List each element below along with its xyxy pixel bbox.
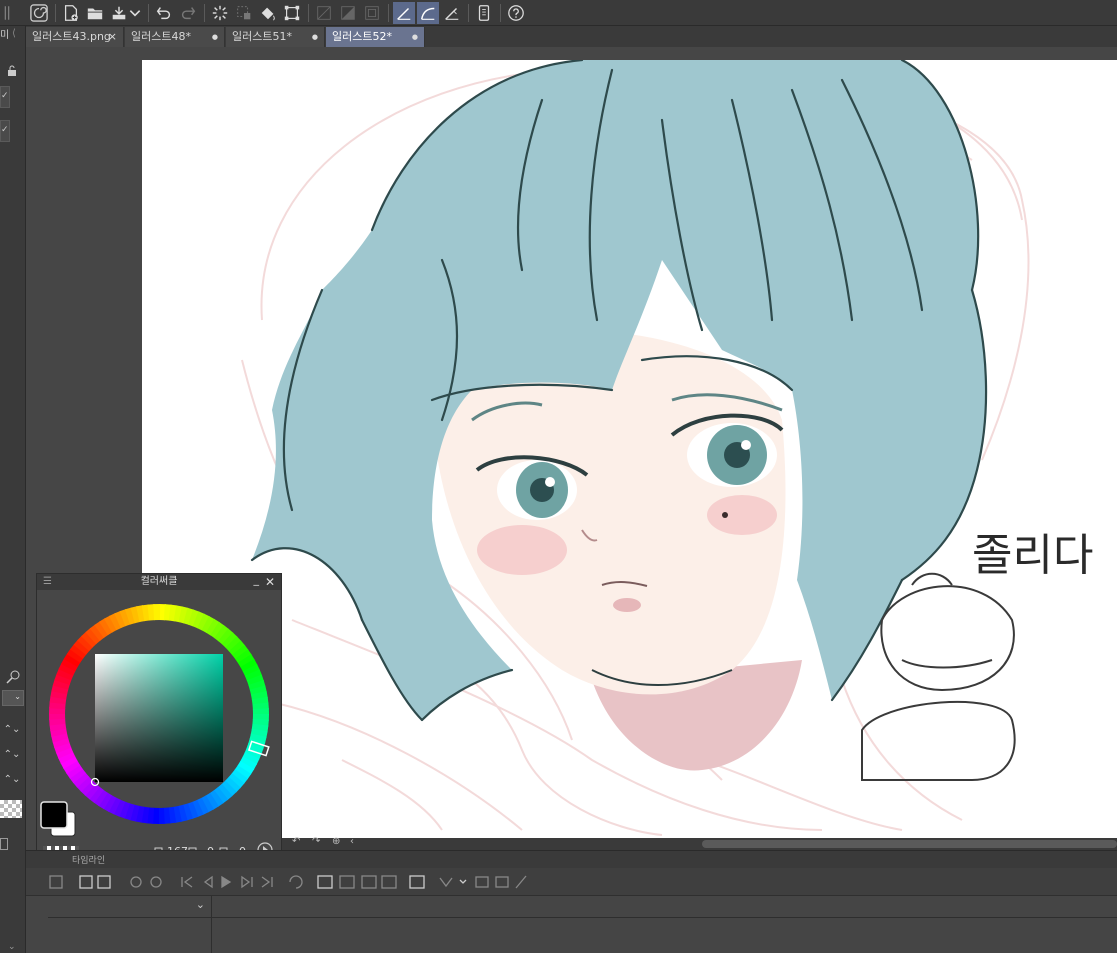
left-panel-strip: 미 ⟨ ✓ ✓ ⌄ ⌃⌄ ⌃⌄ ⌃⌄ ⌄	[0, 26, 26, 953]
last-frame-icon[interactable]	[261, 876, 273, 888]
timeline-add-frame-icon[interactable]	[97, 875, 111, 889]
color-wheel-header[interactable]: ☰ 컬러써클 _ ✕	[37, 572, 281, 590]
left-small-box[interactable]	[0, 838, 8, 850]
tab-label: 일러스트51*	[232, 30, 292, 43]
timeline-title: 타임라인	[72, 856, 106, 866]
save-icon[interactable]	[108, 2, 130, 24]
dropdown-icon[interactable]	[128, 2, 142, 24]
timeline-tool-icon-1[interactable]	[439, 877, 453, 888]
left-strip-arrow-icon[interactable]: ⟨	[12, 28, 16, 39]
tab-3[interactable]: 일러스트52* ●	[326, 27, 425, 47]
app-logo-icon[interactable]	[28, 2, 50, 24]
timeline-frame-icon[interactable]	[79, 875, 93, 889]
transform-icon[interactable]	[281, 2, 303, 24]
cel-icon-2[interactable]	[339, 875, 355, 889]
onion-skin-icon[interactable]	[409, 875, 425, 889]
next-frame-icon[interactable]	[241, 875, 253, 889]
fill-icon[interactable]	[257, 2, 279, 24]
tab-1[interactable]: 일러스트48* ●	[125, 27, 225, 47]
rotate-left-icon[interactable]: ↶	[292, 836, 300, 847]
modified-dot-icon[interactable]: ●	[412, 27, 418, 47]
cel-icon-4[interactable]	[381, 875, 397, 889]
tab-2[interactable]: 일러스트51* ●	[226, 27, 325, 47]
snap-special-icon[interactable]	[361, 2, 383, 24]
timeline-dropdown-icon[interactable]	[459, 879, 467, 884]
scroll-left-icon[interactable]: ‹	[350, 836, 354, 847]
chevron-down-icon[interactable]: ⌄	[196, 898, 205, 911]
selection-icon[interactable]	[233, 2, 255, 24]
help-icon[interactable]	[505, 2, 527, 24]
curve-icon[interactable]	[417, 2, 439, 24]
rotate-right-icon[interactable]: ↷	[312, 836, 320, 847]
tab-label: 일러스트48*	[131, 30, 191, 43]
undo-icon[interactable]	[153, 2, 175, 24]
snap-off-icon[interactable]	[313, 2, 335, 24]
close-icon[interactable]: ✕	[265, 574, 275, 590]
cel-icon-1[interactable]	[317, 875, 333, 889]
layer-mode-select[interactable]: ⌄	[2, 690, 24, 706]
handwriting-text: 졸리다	[972, 530, 1093, 581]
modified-dot-icon[interactable]: ●	[312, 27, 318, 47]
snap-ruler-icon[interactable]	[337, 2, 359, 24]
toolbar-grip[interactable]	[2, 2, 12, 24]
document-tabs: 일러스트43.png × 일러스트48* ● 일러스트51* ● 일러스트52*…	[26, 26, 1117, 47]
left-collapse-icon[interactable]: ⌄	[8, 942, 16, 952]
spin-arrows-icon-3[interactable]: ⌃⌄	[0, 768, 24, 790]
spin-arrows-icon-2[interactable]: ⌃⌄	[0, 743, 24, 765]
redo-icon[interactable]	[177, 2, 199, 24]
reset-view-icon[interactable]: ⊕	[332, 836, 340, 847]
first-frame-icon[interactable]	[181, 876, 193, 888]
timeline-layer-column[interactable]: ⌄	[48, 896, 212, 953]
magnify-icon[interactable]	[0, 666, 24, 688]
tab-0[interactable]: 일러스트43.png ×	[26, 27, 124, 47]
panel-menu-icon[interactable]: ☰	[43, 574, 52, 590]
cel-icon-3[interactable]	[361, 875, 377, 889]
timeline-header: 타임라인	[26, 850, 1117, 868]
new-file-icon[interactable]	[60, 2, 82, 24]
timeline-tool-icon-3[interactable]	[495, 876, 509, 888]
horizontal-scrollbar[interactable]	[702, 840, 1117, 848]
timeline-new-icon[interactable]	[49, 875, 63, 889]
close-icon[interactable]: ×	[108, 27, 117, 47]
left-check-box-1[interactable]: ✓	[0, 86, 10, 108]
prev-frame-icon[interactable]	[203, 875, 213, 889]
loop-icon[interactable]	[289, 875, 303, 889]
timeline-toolbar	[26, 868, 1117, 896]
tab-label: 일러스트52*	[332, 30, 392, 43]
panel-title: 컬러써클	[140, 576, 178, 587]
color-wheel-panel: ☰ 컬러써클 _ ✕	[36, 573, 282, 861]
timeline-icons	[49, 875, 527, 889]
open-file-icon[interactable]	[84, 2, 106, 24]
loading-icon[interactable]	[209, 2, 231, 24]
transparency-swatch[interactable]	[0, 800, 22, 818]
tab-label: 일러스트43.png	[32, 30, 111, 43]
left-strip-label: 미	[0, 30, 10, 41]
brush-stabilizer-icon[interactable]	[393, 2, 415, 24]
timeline-pen-icon[interactable]	[515, 875, 527, 889]
app-window: 미 ⟨ ✓ ✓ ⌄ ⌃⌄ ⌃⌄ ⌃⌄ ⌄ 일러스트43.png × 일러스트48…	[0, 0, 1117, 953]
timeline-body[interactable]: ⌄	[26, 896, 1117, 953]
zoom-in-icon[interactable]	[150, 876, 162, 888]
modified-dot-icon[interactable]: ●	[212, 27, 218, 47]
lock-icon[interactable]	[0, 60, 24, 82]
minimize-icon[interactable]: _	[254, 572, 260, 588]
zoom-out-icon[interactable]	[130, 876, 142, 888]
left-check-box-2[interactable]: ✓	[0, 120, 10, 142]
spin-arrows-icon-1[interactable]: ⌃⌄	[0, 718, 24, 740]
canvas-nav-strip: ↶ ↷ ⊕ ‹	[282, 836, 1117, 850]
phone-icon[interactable]	[473, 2, 495, 24]
drawing-canvas[interactable]: 졸리다	[142, 60, 1117, 838]
play-button-icon[interactable]	[221, 875, 232, 889]
main-color-chip[interactable]	[40, 801, 68, 829]
timeline-tool-icon-2[interactable]	[475, 876, 489, 888]
color-wheel[interactable]: 167 0 0	[37, 590, 283, 862]
ruler-icon[interactable]	[441, 2, 463, 24]
illustration: 졸리다	[241, 60, 1093, 836]
main-toolbar	[0, 0, 1117, 26]
